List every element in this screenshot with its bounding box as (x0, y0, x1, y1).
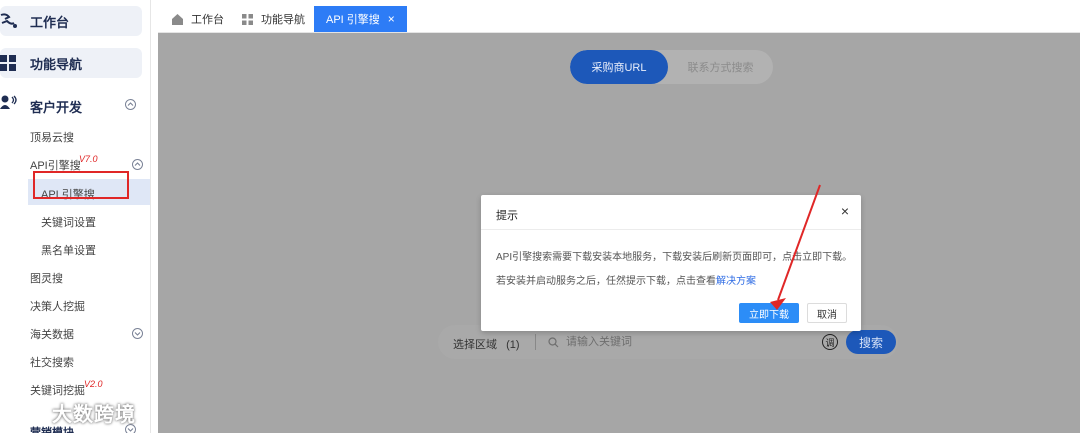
sidebar-item-keyword-settings[interactable]: 关键词设置 (41, 214, 96, 230)
grid-icon (0, 55, 16, 71)
tab-workbench-label: 工作台 (191, 14, 224, 26)
nav-workbench-label: 工作台 (30, 14, 70, 30)
dialog-title: 提示 (496, 210, 518, 222)
chevron-down-icon[interactable] (132, 328, 143, 339)
users-icon (0, 95, 17, 109)
tab-api-engine-search[interactable]: API 引擎搜 × (314, 6, 407, 32)
nav-function-nav[interactable]: 功能导航 (0, 48, 142, 78)
watermark-logo-icon (8, 403, 45, 419)
toggle-option-buyer-url[interactable]: 采购商URL (570, 50, 668, 84)
toggle-option-contact-search[interactable]: 联系方式搜索 (668, 50, 773, 84)
sidebar-item-keyword-mining[interactable]: 关键词挖掘 (30, 382, 85, 398)
sidebar-item-customs-data[interactable]: 海关数据 (30, 326, 74, 342)
annotation-highlight-box (33, 171, 129, 199)
sidebar-item-social-search[interactable]: 社交搜索 (30, 354, 74, 370)
nav-customer-dev[interactable]: 客户开发 (0, 92, 150, 116)
sidebar: 工作台 功能导航 客户开发 顶易云搜 API引擎搜 V7.0 API 引擎搜 关… (0, 0, 151, 433)
sidebar-item-decision-maker[interactable]: 决策人挖掘 (30, 298, 85, 314)
nav-workbench[interactable]: 工作台 (0, 6, 142, 36)
sidebar-item-turing-search[interactable]: 图灵搜 (30, 270, 63, 286)
tab-function-nav-label: 功能导航 (261, 14, 305, 26)
search-icon (548, 337, 559, 348)
solution-link[interactable]: 解决方案 (716, 276, 756, 287)
tab-workbench[interactable]: 工作台 (172, 6, 224, 32)
dialog-message-line2: 若安装并启动服务之后，任然提示下载，点击查看解决方案 (496, 272, 756, 287)
chevron-up-icon[interactable] (125, 99, 136, 110)
download-now-button[interactable]: 立即下载 (739, 303, 799, 323)
region-label: 选择区域 (453, 339, 497, 351)
nav-customer-dev-label: 客户开发 (30, 100, 83, 115)
search-mode-toggle[interactable]: 采购商URL 联系方式搜索 (570, 50, 773, 84)
prompt-dialog: 提示 × API引擎搜索需要下载安装本地服务，下载安装后刷新页面即可，点击立即下… (481, 195, 861, 331)
sidebar-item-blacklist-settings[interactable]: 黑名单设置 (41, 242, 96, 258)
tab-function-nav[interactable]: 功能导航 (242, 6, 305, 32)
dialog-divider (481, 229, 861, 230)
home-icon (172, 13, 183, 25)
search-button[interactable]: 搜索 (846, 330, 896, 354)
cancel-button[interactable]: 取消 (807, 303, 847, 323)
close-icon[interactable]: × (841, 204, 849, 218)
nav-function-nav-label: 功能导航 (30, 56, 83, 72)
dialog-message-line2-text: 若安装并启动服务之后，任然提示下载，点击查看 (496, 276, 716, 287)
version-tag: V7.0 (79, 154, 98, 164)
chevron-up-icon[interactable] (132, 159, 143, 170)
close-icon[interactable]: × (388, 12, 395, 26)
dialog-message-line1: API引擎搜索需要下载安装本地服务，下载安装后刷新页面即可，点击立即下载。 (496, 252, 853, 263)
region-selector[interactable]: 选择区域 (1) (453, 336, 520, 352)
tab-api-engine-search-label: API 引擎搜 (326, 14, 380, 26)
version-tag: V2.0 (84, 379, 103, 389)
adjust-icon[interactable]: 调 (822, 334, 838, 350)
divider (535, 334, 536, 350)
region-count: (1) (506, 339, 520, 351)
sidebar-item-dingyi-search[interactable]: 顶易云搜 (30, 129, 74, 145)
watermark-text: 大数跨境 (52, 404, 136, 426)
keyword-input[interactable] (564, 331, 818, 353)
tab-bar: 工作台 功能导航 API 引擎搜 × (158, 0, 1080, 33)
workbench-icon (0, 13, 17, 28)
grid-icon (242, 13, 253, 25)
